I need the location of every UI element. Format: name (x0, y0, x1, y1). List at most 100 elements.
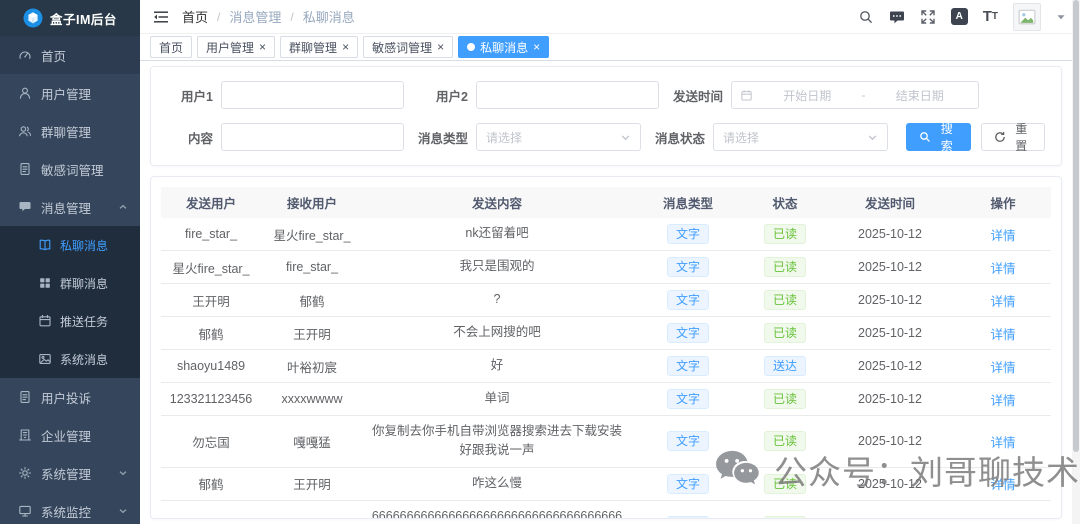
sidebar-item-消息管理[interactable]: 消息管理 (0, 188, 140, 226)
detail-link[interactable]: 详情 (990, 361, 1015, 375)
msg-type-label: 消息类型 (417, 131, 468, 146)
col-time: 发送时间 (825, 187, 955, 218)
grid-icon (38, 276, 52, 290)
status-badge: 已读 (763, 257, 806, 277)
sidebar-item-系统监控[interactable]: 系统监控 (0, 492, 140, 524)
detail-link[interactable]: 详情 (990, 295, 1015, 309)
collapse-sidebar-icon[interactable] (140, 10, 182, 24)
cell-receiver: xxxxwwww (261, 382, 363, 416)
font-size-icon[interactable]: TT (983, 8, 998, 25)
user1-input[interactable] (221, 81, 404, 109)
tab-私聊消息[interactable]: 私聊消息 × (458, 36, 550, 58)
sidebar-item-label: 私聊消息 (60, 238, 109, 253)
tab-敏感词管理[interactable]: 敏感词管理 × (363, 36, 454, 58)
msg-status-select[interactable]: 请选择 (713, 123, 888, 151)
message-table: 发送用户 接收用户 发送内容 消息类型 状态 发送时间 操作 fire_star… (161, 187, 1051, 518)
close-icon[interactable]: × (533, 41, 540, 53)
topbar: 首页 / 消息管理 / 私聊消息 A TT (140, 0, 1080, 34)
type-badge: 文字 (666, 290, 709, 310)
search-button[interactable]: 搜索 (906, 122, 971, 153)
cell-time: 2025-10-12 (825, 500, 955, 518)
breadcrumb-separator: / (290, 9, 294, 24)
sidebar-item-用户管理[interactable]: 用户管理 (0, 74, 140, 112)
status-badge: 送达 (763, 356, 806, 376)
sidebar-item-私聊消息[interactable]: 私聊消息 (0, 226, 140, 264)
image-icon (38, 352, 52, 366)
send-time-range-picker[interactable]: 开始日期 - 结束日期 (731, 81, 979, 109)
sidebar-item-系统管理[interactable]: 系统管理 (0, 454, 140, 492)
cell-sender: 郁鹤 (161, 467, 261, 501)
table-row: 星火fire_star_ fire_star_ 我只是围观的 文字 已读 2025-10-… (161, 250, 1051, 284)
cell-sender: fire_star_ (161, 218, 261, 251)
tab-首页[interactable]: 首页 (150, 36, 193, 58)
sidebar-item-label: 群聊消息 (60, 276, 109, 291)
sidebar-item-群聊管理[interactable]: 群聊管理 (0, 112, 140, 150)
detail-link[interactable]: 详情 (990, 229, 1015, 243)
close-icon[interactable]: × (342, 41, 349, 53)
tab-群聊管理[interactable]: 群聊管理 × (280, 36, 359, 58)
message-icon[interactable] (889, 9, 905, 25)
sidebar-item-敏感词管理[interactable]: 敏感词管理 (0, 150, 140, 188)
detail-link[interactable]: 详情 (990, 328, 1015, 342)
status-badge: 已读 (763, 290, 806, 310)
chevron-down-icon (867, 132, 878, 143)
status-badge: 已读 (763, 389, 806, 409)
cell-sender: fire_star_ (161, 500, 261, 518)
avatar[interactable] (1013, 2, 1041, 31)
cell-time: 2025-10-12 (825, 218, 955, 251)
type-badge: 文字 (666, 431, 709, 452)
table-body: fire_star_ 星火fire_star_ nk还留着吧 文字 已读 2025-10-… (161, 218, 1051, 518)
tab-用户管理[interactable]: 用户管理 × (197, 36, 276, 58)
table-row: 王开明 郁鹤? 文字 已读 2025-10-12 详情 (161, 283, 1051, 317)
cell-receiver: 王开明 (261, 316, 363, 350)
tab-label: 用户管理 (206, 40, 255, 55)
topbar-icons: A TT (858, 8, 998, 25)
col-type: 消息类型 (631, 187, 745, 218)
chevron-down-icon[interactable] (1056, 12, 1066, 22)
table-row: 郁鹤 王开明 不会上网搜的吧 文字 已读 2025-10-12 详情 (161, 316, 1051, 350)
sidebar-item-系统消息[interactable]: 系统消息 (0, 340, 140, 378)
sidebar-item-首页[interactable]: 首页 (0, 36, 140, 74)
breadcrumb-home[interactable]: 首页 (182, 7, 208, 26)
sidebar-item-推送任务[interactable]: 推送任务 (0, 302, 140, 340)
cell-sender: 王开明 (161, 283, 261, 317)
monitor-icon (18, 504, 32, 518)
range-separator: - (861, 88, 866, 102)
reset-button[interactable]: 重置 (980, 122, 1045, 153)
translate-icon[interactable]: A (950, 8, 968, 25)
message-table-card: 发送用户 接收用户 发送内容 消息类型 状态 发送时间 操作 fire_star… (150, 176, 1062, 519)
detail-link[interactable]: 详情 (990, 262, 1015, 276)
document-icon (18, 390, 32, 404)
app-logo-icon (23, 8, 43, 28)
chevron-down-icon (118, 468, 128, 478)
cell-content: ? (363, 283, 631, 317)
scrollbar[interactable] (1072, 0, 1080, 524)
cell-sender: 123321123456 (161, 382, 261, 416)
sidebar: 盒子IM后台 首页 用户管理 群聊管理 敏感词管理 消息管理 私聊消息 群聊消息 推送任务 系统… (0, 0, 140, 524)
tabs-bar: 首页 用户管理 × 群聊管理 × 敏感词管理 × 私聊消息 × (140, 34, 1080, 61)
sidebar-item-群聊消息[interactable]: 群聊消息 (0, 264, 140, 302)
detail-link[interactable]: 详情 (990, 394, 1015, 408)
cell-content: 单词 (363, 382, 631, 416)
table-row: 郁鹤 王开明 咋这么慢 文字 已读 2025-10-12 详情 (161, 467, 1051, 501)
sidebar-item-label: 首页 (41, 49, 67, 64)
detail-link[interactable]: 详情 (990, 478, 1015, 492)
msg-type-select[interactable]: 请选择 (476, 123, 641, 151)
detail-link[interactable]: 详情 (990, 436, 1015, 450)
status-badge: 已读 (763, 431, 806, 452)
fullscreen-icon[interactable] (920, 9, 936, 25)
cell-time: 2025-10-12 (825, 382, 955, 416)
content-input[interactable] (221, 123, 404, 151)
sidebar-item-用户投诉[interactable]: 用户投诉 (0, 378, 140, 416)
close-icon[interactable]: × (437, 41, 444, 53)
sidebar-item-企业管理[interactable]: 企业管理 (0, 416, 140, 454)
table-row: 勿忘国 嘎嘎猛 你复制去你手机自带浏览器搜索进去下载安装好跟我说一声 文字 已读 2025… (161, 415, 1051, 468)
close-icon[interactable]: × (259, 41, 266, 53)
app-title: 盒子IM后台 (50, 12, 117, 27)
scrollbar-thumb[interactable] (1073, 0, 1079, 452)
search-icon[interactable] (858, 9, 874, 25)
user2-input[interactable] (476, 81, 659, 109)
tab-label: 群聊管理 (289, 40, 338, 55)
cell-receiver: fire_star_ (261, 250, 363, 284)
users-icon (18, 124, 32, 138)
